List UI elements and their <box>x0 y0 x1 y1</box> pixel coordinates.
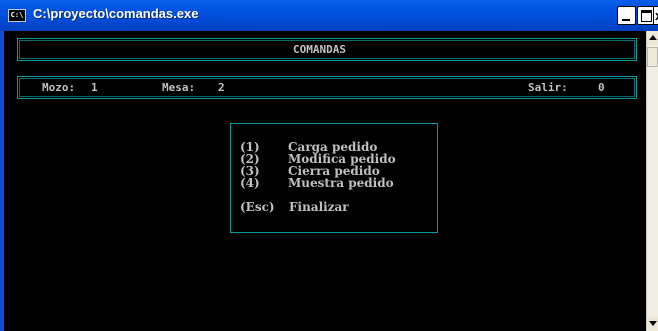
title-bar[interactable]: C:\ C:\proyecto\comandas.exe x <box>0 0 658 31</box>
mesa-label: Mesa: <box>162 81 196 94</box>
console-window: C:\ C:\proyecto\comandas.exe x COMANDAS … <box>0 0 658 331</box>
window-title: C:\proyecto\comandas.exe <box>33 6 199 21</box>
scroll-down-arrow-icon[interactable] <box>647 317 658 331</box>
salir-label: Salir: <box>528 81 568 94</box>
header-title: COMANDAS <box>293 43 346 56</box>
scroll-thumb[interactable] <box>647 47 658 67</box>
mozo-value: 1 <box>91 81 98 94</box>
menu-key-4: (4) <box>240 176 260 190</box>
scroll-up-arrow-icon[interactable] <box>647 31 658 45</box>
mesa-value: 2 <box>218 81 225 94</box>
menu-item-muestra-pedido: Muestra pedido <box>288 176 394 190</box>
vertical-scrollbar[interactable] <box>646 31 658 331</box>
menu-item-finalizar: Finalizar <box>289 200 349 214</box>
close-button[interactable]: x <box>653 6 658 25</box>
menu-key-esc: (Esc) <box>240 200 275 214</box>
console-area[interactable]: COMANDAS Mozo: 1 Mesa: 2 Salir: 0 (1) Ca… <box>4 31 646 331</box>
mozo-label: Mozo: <box>42 81 76 94</box>
salir-value: 0 <box>598 81 605 94</box>
minimize-button[interactable] <box>617 6 636 25</box>
console-app-icon[interactable]: C:\ <box>8 9 26 22</box>
